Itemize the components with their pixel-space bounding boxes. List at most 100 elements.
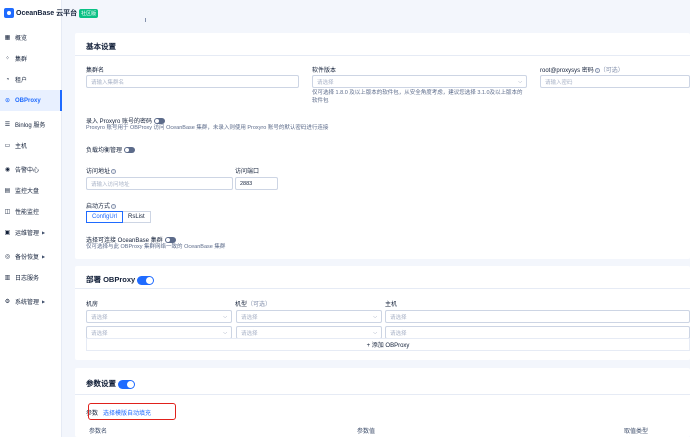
start-mode-segmented: ConfigUrl RsList — [86, 211, 151, 223]
start-mode-label-text: 启动方式 — [86, 204, 111, 210]
sidebar-item-label: 运维管理 — [15, 231, 40, 237]
param-settings-title-text: 参数设置 — [86, 379, 116, 388]
sidebar-item-obproxy[interactable]: ⊙ OBProxy — [0, 90, 62, 111]
obproxy-icon: ⊙ — [4, 98, 11, 104]
sidebar-item-alarm[interactable]: ◉ 告警中心 — [0, 159, 62, 180]
sidebar-item-monitor[interactable]: ▤ 监控大盘 — [0, 180, 62, 201]
sidebar-item-label: 告警中心 — [15, 168, 40, 174]
software-version-label: 软件版本 — [312, 68, 337, 74]
access-port-input[interactable]: 2883 — [235, 177, 278, 190]
sidebar-item-label: Binlog 服务 — [15, 123, 46, 129]
divider — [75, 394, 690, 395]
caret-right-icon: ▶ — [42, 254, 46, 259]
system-icon: ⚙ — [4, 299, 11, 305]
host-select-1[interactable]: 请选择 — [385, 310, 690, 323]
column-value-type: 取值类型 — [624, 429, 649, 435]
log-icon: ▥ — [4, 275, 11, 281]
param-settings-title: 参数设置 — [86, 378, 135, 389]
column-model-optional: （可选） — [247, 302, 272, 308]
root-password-label: root@proxysys 密码? （可选） — [540, 65, 624, 74]
cluster-name-label: 集群名 — [86, 68, 105, 74]
load-balance-toggle[interactable] — [124, 147, 136, 154]
load-balance-label: 负载均衡管理 — [86, 145, 136, 154]
backup-icon: ◎ — [4, 254, 11, 260]
main-content: 基本设置 集群名 请输入集群名 软件版本 请选择 ⌵ 仅可选择 1.8.0 及以… — [75, 0, 690, 437]
sidebar-item-label: 主机 — [15, 144, 28, 150]
sidebar: OceanBase 云平台 社区版 ▦ 概览 ⁘ 集群 ◔ 租户 ⊙ OBProxy ☰ Binl… — [0, 0, 99, 437]
performance-icon: ◫ — [4, 209, 11, 215]
access-port-label: 访问端口 — [235, 169, 260, 175]
param-settings-toggle[interactable] — [118, 379, 135, 389]
sidebar-item-ops[interactable]: ▣ 运维管理 ▶ — [0, 222, 62, 243]
sidebar-item-label: 集群 — [15, 57, 28, 63]
overview-icon: ▦ — [4, 35, 11, 41]
cluster-icon: ⁘ — [4, 56, 11, 62]
sidebar-item-label: 监控大盘 — [15, 189, 40, 195]
sidebar-item-performance[interactable]: ◫ 性能监控 — [0, 201, 62, 222]
sidebar-item-system[interactable]: ⚙ 系统管理 ▶ — [0, 291, 62, 312]
ops-icon: ▣ — [4, 230, 11, 236]
sidebar-item-cluster[interactable]: ⁘ 集群 — [0, 48, 62, 69]
divider — [75, 55, 690, 56]
start-mode-configurl[interactable]: ConfigUrl — [86, 211, 124, 223]
deploy-obproxy-title: 部署 OBProxy — [86, 274, 155, 285]
add-obproxy-button[interactable]: + 添加 OBProxy — [86, 338, 690, 351]
load-balance-label-text: 负载均衡管理 — [86, 148, 123, 154]
monitor-icon: ▤ — [4, 188, 11, 194]
sidebar-nav: ▦ 概览 ⁘ 集群 ◔ 租户 ⊙ OBProxy ☰ Binlog 服务 ▭ 主机 ◉ 告警中心 ▤ 监控大盘… — [0, 27, 62, 312]
chevron-down-icon: ⌵ — [518, 79, 522, 85]
room-select-2-placeholder: 请选择 — [91, 330, 108, 337]
chevron-down-icon: ⌵ — [223, 330, 227, 336]
model-select-1[interactable]: 请选择 ⌵ — [236, 310, 382, 323]
access-address-input[interactable]: 请输入访问地址 — [86, 177, 233, 190]
brand-name: OceanBase 云平台 — [16, 10, 78, 17]
chevron-down-icon: ⌵ — [223, 314, 227, 320]
start-mode-label: 启动方式? — [86, 201, 117, 210]
scroll-marker — [145, 18, 146, 22]
deploy-obproxy-toggle[interactable] — [137, 275, 155, 285]
root-password-input[interactable]: 请输入密码 — [540, 75, 690, 88]
oceanbase-logo-icon — [4, 8, 14, 18]
basic-settings-card: 基本设置 集群名 请输入集群名 软件版本 请选择 ⌵ 仅可选择 1.8.0 及以… — [75, 33, 690, 259]
sidebar-item-overview[interactable]: ▦ 概览 — [0, 27, 62, 48]
root-password-optional: （可选） — [599, 68, 624, 74]
sidebar-item-log[interactable]: ▥ 日志服务 — [0, 267, 62, 288]
divider — [75, 288, 690, 289]
host-icon: ▭ — [4, 143, 11, 149]
tenant-icon: ◔ — [5, 76, 10, 83]
sidebar-item-backup[interactable]: ◎ 备份恢复 ▶ — [0, 246, 62, 267]
highlight-annotation — [88, 403, 176, 420]
sidebar-item-label: 租户 — [15, 78, 28, 84]
sidebar-item-host[interactable]: ▭ 主机 — [0, 135, 62, 156]
software-version-select[interactable]: 请选择 ⌵ — [312, 75, 527, 88]
sidebar-item-label: 备份恢复 — [15, 255, 40, 261]
column-param-value: 参数值 — [357, 429, 376, 435]
column-model: 机型（可选） — [235, 299, 271, 308]
model-select-1-placeholder: 请选择 — [241, 314, 258, 321]
host-select-1-placeholder: 请选择 — [390, 314, 407, 321]
sidebar-item-label: 系统管理 — [15, 300, 40, 306]
chevron-down-icon: ⌵ — [373, 330, 377, 336]
sidebar-item-tenant[interactable]: ◔ 租户 — [0, 69, 62, 90]
sidebar-item-label: 日志服务 — [15, 276, 40, 282]
basic-settings-title: 基本设置 — [86, 42, 116, 51]
chevron-down-icon: ⌵ — [373, 314, 377, 320]
sidebar-item-label: 概览 — [15, 36, 28, 42]
software-version-placeholder: 请选择 — [317, 79, 334, 86]
info-icon[interactable]: ? — [111, 203, 117, 209]
column-model-text: 机型 — [235, 302, 248, 308]
column-param-name: 参数名 — [89, 429, 108, 435]
info-icon[interactable]: ? — [111, 168, 117, 174]
deploy-obproxy-card: 部署 OBProxy 机房 机型（可选） 主机 请选择 ⌵ 请选择 ⌵ 请选择 请选… — [75, 266, 690, 360]
alarm-icon: ◉ — [4, 167, 11, 173]
sidebar-item-binlog[interactable]: ☰ Binlog 服务 — [0, 114, 62, 135]
room-select-1[interactable]: 请选择 ⌵ — [86, 310, 232, 323]
host-select-2-placeholder: 请选择 — [390, 330, 407, 337]
access-address-label: 访问地址? — [86, 166, 117, 175]
start-mode-rslist[interactable]: RsList — [123, 211, 151, 223]
root-password-label-text: root@proxysys 密码 — [540, 68, 594, 74]
sidebar-item-label: OBProxy — [15, 97, 41, 104]
cluster-name-input[interactable]: 请输入集群名 — [86, 75, 299, 88]
model-select-2-placeholder: 请选择 — [241, 330, 258, 337]
sidebar-item-label: 性能监控 — [15, 210, 40, 216]
